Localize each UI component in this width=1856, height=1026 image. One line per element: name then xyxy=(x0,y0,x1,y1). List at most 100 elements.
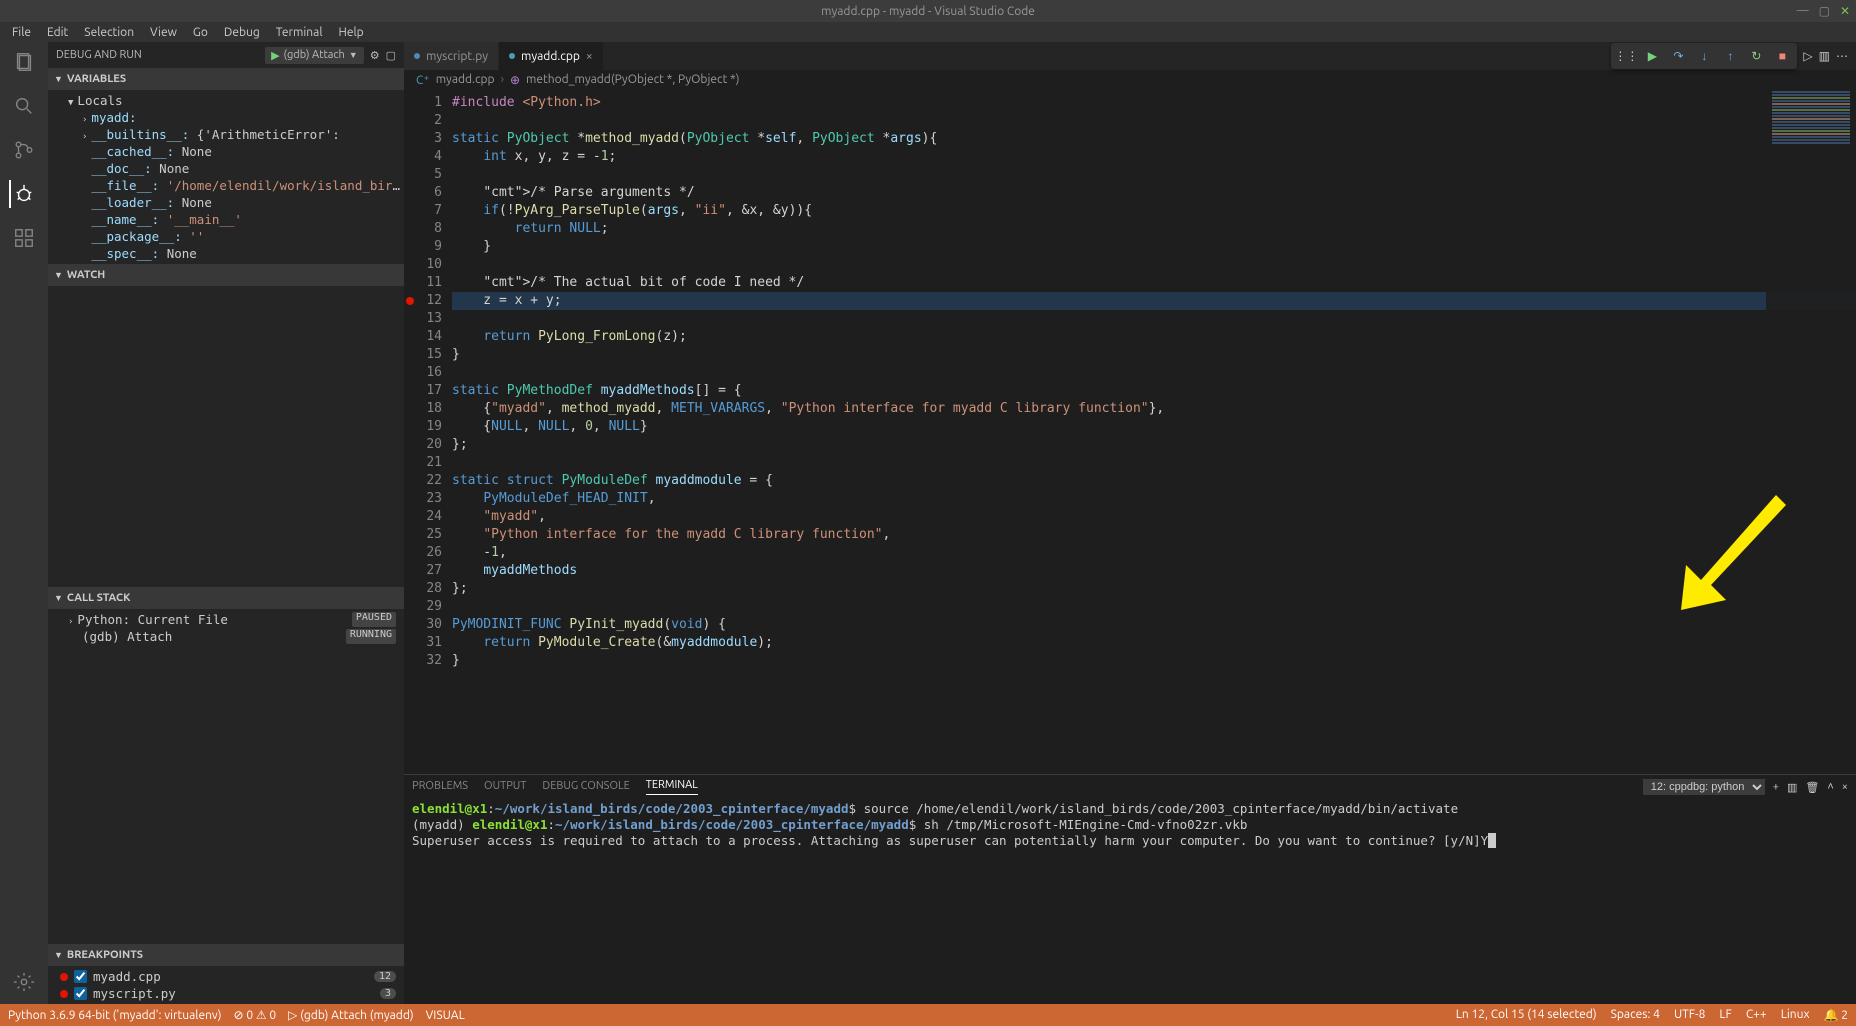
menu-edit[interactable]: Edit xyxy=(41,24,74,41)
activity-bar xyxy=(0,42,48,1004)
bottom-panel: PROBLEMS OUTPUT DEBUG CONSOLE TERMINAL 1… xyxy=(404,774,1856,1004)
status-errors[interactable]: ⊘ 0 ⚠ 0 xyxy=(234,1008,277,1022)
breakpoint-dot-icon xyxy=(60,990,68,998)
split-editor-button[interactable]: ▥ xyxy=(1819,49,1830,63)
variable-row[interactable]: ›__spec__: None xyxy=(48,245,404,262)
minimap[interactable] xyxy=(1766,90,1856,350)
step-out-button[interactable]: ↑ xyxy=(1719,45,1741,67)
window-controls: — ▢ ✕ xyxy=(1797,4,1850,18)
kill-terminal-button[interactable]: 🗑 xyxy=(1805,781,1819,794)
python-file-icon xyxy=(414,53,420,59)
minimize-button[interactable]: — xyxy=(1797,4,1809,18)
variable-row[interactable]: ›myadd: xyxy=(48,109,404,126)
terminal-selector[interactable]: 12: cppdbg: python xyxy=(1643,779,1765,795)
status-language[interactable]: C++ xyxy=(1746,1008,1767,1022)
menu-bar: File Edit Selection View Go Debug Termin… xyxy=(0,22,1856,42)
variable-row[interactable]: ›__doc__: None xyxy=(48,160,404,177)
source-control-icon[interactable] xyxy=(10,136,38,164)
breakpoint-dot-icon xyxy=(60,973,68,981)
status-os[interactable]: Linux xyxy=(1781,1008,1810,1022)
menu-go[interactable]: Go xyxy=(187,24,214,41)
stop-button[interactable]: ■ xyxy=(1771,45,1793,67)
run-file-button[interactable]: ▷ xyxy=(1803,49,1812,63)
status-spaces[interactable]: Spaces: 4 xyxy=(1611,1008,1660,1022)
panel-tab-debugconsole[interactable]: DEBUG CONSOLE xyxy=(542,780,629,795)
close-panel-button[interactable]: × xyxy=(1842,781,1848,793)
debug-sidebar: DEBUG AND RUN ▶ (gdb) Attach ▼ ⚙ ▢ ▼VARI… xyxy=(48,42,404,1004)
settings-icon[interactable] xyxy=(10,968,38,996)
variable-row[interactable]: ›__file__: '/home/elendil/work/island_bi… xyxy=(48,177,404,194)
step-over-button[interactable]: ↷ xyxy=(1667,45,1689,67)
status-cursor[interactable]: Ln 12, Col 15 (14 selected) xyxy=(1456,1008,1597,1022)
status-launch[interactable]: ▷ (gdb) Attach (myadd) xyxy=(288,1008,413,1022)
variable-row[interactable]: ›__package__: '' xyxy=(48,228,404,245)
play-icon: ▶ xyxy=(271,49,279,62)
status-python[interactable]: Python 3.6.9 64-bit ('myadd': virtualenv… xyxy=(8,1009,222,1022)
menu-debug[interactable]: Debug xyxy=(218,24,266,41)
menu-terminal[interactable]: Terminal xyxy=(270,24,329,41)
variables-section-header[interactable]: ▼VARIABLES xyxy=(48,68,404,90)
breadcrumbs[interactable]: C⁺ myadd.cpp › ⊕ method_myadd(PyObject *… xyxy=(404,70,1856,90)
restart-button[interactable]: ↻ xyxy=(1745,45,1767,67)
close-button[interactable]: ✕ xyxy=(1840,4,1850,18)
status-visual: VISUAL xyxy=(426,1009,465,1022)
callstack-item[interactable]: (gdb) Attach RUNNING xyxy=(48,628,404,645)
status-eol[interactable]: LF xyxy=(1719,1008,1731,1022)
watch-section-header[interactable]: ▼WATCH xyxy=(48,264,404,286)
editor-area: myscript.py myadd.cpp × ⋮⋮ ▶ ↷ ↓ ↑ ↻ ■ ▷ xyxy=(404,42,1856,1004)
tab-myscript[interactable]: myscript.py xyxy=(404,42,499,70)
method-icon: ⊕ xyxy=(510,73,520,87)
variable-row[interactable]: ›__cached__: None xyxy=(48,143,404,160)
step-into-button[interactable]: ↓ xyxy=(1693,45,1715,67)
variables-locals[interactable]: ▼Locals xyxy=(48,92,404,109)
code-editor[interactable]: #include <Python.h>static PyObject *meth… xyxy=(452,90,1856,774)
gear-icon[interactable]: ⚙ xyxy=(370,49,380,62)
debug-config-dropdown[interactable]: ▶ (gdb) Attach ▼ xyxy=(265,47,364,64)
status-bar: Python 3.6.9 64-bit ('myadd': virtualenv… xyxy=(0,1004,1856,1026)
window-title: myadd.cpp - myadd - Visual Studio Code xyxy=(821,5,1035,18)
callstack-section-header[interactable]: ▼CALL STACK xyxy=(48,587,404,609)
breakpoints-section-header[interactable]: ▼BREAKPOINTS xyxy=(48,944,404,966)
menu-view[interactable]: View xyxy=(144,24,183,41)
search-icon[interactable] xyxy=(10,92,38,120)
breakpoint-item[interactable]: myadd.cpp 12 xyxy=(48,968,404,985)
sidebar-title: DEBUG AND RUN xyxy=(56,49,142,61)
callstack-item[interactable]: ›Python: Current File PAUSED xyxy=(48,611,404,628)
variable-row[interactable]: ›__name__: '__main__' xyxy=(48,211,404,228)
status-notifications[interactable]: 🔔 2 xyxy=(1824,1008,1848,1022)
breakpoint-checkbox[interactable] xyxy=(74,987,87,1000)
status-encoding[interactable]: UTF-8 xyxy=(1674,1008,1705,1022)
panel-tab-problems[interactable]: PROBLEMS xyxy=(412,780,468,795)
terminal[interactable]: elendil@x1:~/work/island_birds/code/2003… xyxy=(404,799,1856,1004)
editor-tabs: myscript.py myadd.cpp × ⋮⋮ ▶ ↷ ↓ ↑ ↻ ■ ▷ xyxy=(404,42,1856,70)
panel-tabs: PROBLEMS OUTPUT DEBUG CONSOLE TERMINAL 1… xyxy=(404,775,1856,799)
variable-row[interactable]: ›__builtins__: {'ArithmeticError': xyxy=(48,126,404,143)
more-actions-button[interactable]: ⋯ xyxy=(1836,49,1848,63)
continue-button[interactable]: ▶ xyxy=(1641,45,1663,67)
maximize-button[interactable]: ▢ xyxy=(1819,4,1830,18)
cpp-file-icon: C⁺ xyxy=(416,73,430,87)
chevron-down-icon: ▼ xyxy=(349,50,358,60)
menu-help[interactable]: Help xyxy=(332,24,369,41)
split-terminal-button[interactable]: ▥ xyxy=(1787,781,1797,794)
title-bar: myadd.cpp - myadd - Visual Studio Code —… xyxy=(0,0,1856,22)
explorer-icon[interactable] xyxy=(10,48,38,76)
breakpoint-checkbox[interactable] xyxy=(74,970,87,983)
extensions-icon[interactable] xyxy=(10,224,38,252)
panel-tab-terminal[interactable]: TERMINAL xyxy=(646,779,698,795)
debug-console-icon[interactable]: ▢ xyxy=(386,49,396,62)
menu-file[interactable]: File xyxy=(6,24,37,41)
drag-handle-icon[interactable]: ⋮⋮ xyxy=(1615,45,1637,67)
new-terminal-button[interactable]: + xyxy=(1773,781,1779,793)
breakpoint-item[interactable]: myscript.py 3 xyxy=(48,985,404,1002)
maximize-panel-button[interactable]: ˄ xyxy=(1827,781,1833,793)
menu-selection[interactable]: Selection xyxy=(78,24,140,41)
debug-icon[interactable] xyxy=(9,180,37,208)
cpp-file-icon xyxy=(509,53,515,59)
tab-myadd[interactable]: myadd.cpp × xyxy=(499,42,604,70)
debug-toolbar: ⋮⋮ ▶ ↷ ↓ ↑ ↻ ■ xyxy=(1611,43,1797,69)
panel-tab-output[interactable]: OUTPUT xyxy=(484,780,526,795)
close-tab-icon[interactable]: × xyxy=(586,50,593,63)
sidebar-header: DEBUG AND RUN ▶ (gdb) Attach ▼ ⚙ ▢ xyxy=(48,42,404,68)
variable-row[interactable]: ›__loader__: None xyxy=(48,194,404,211)
